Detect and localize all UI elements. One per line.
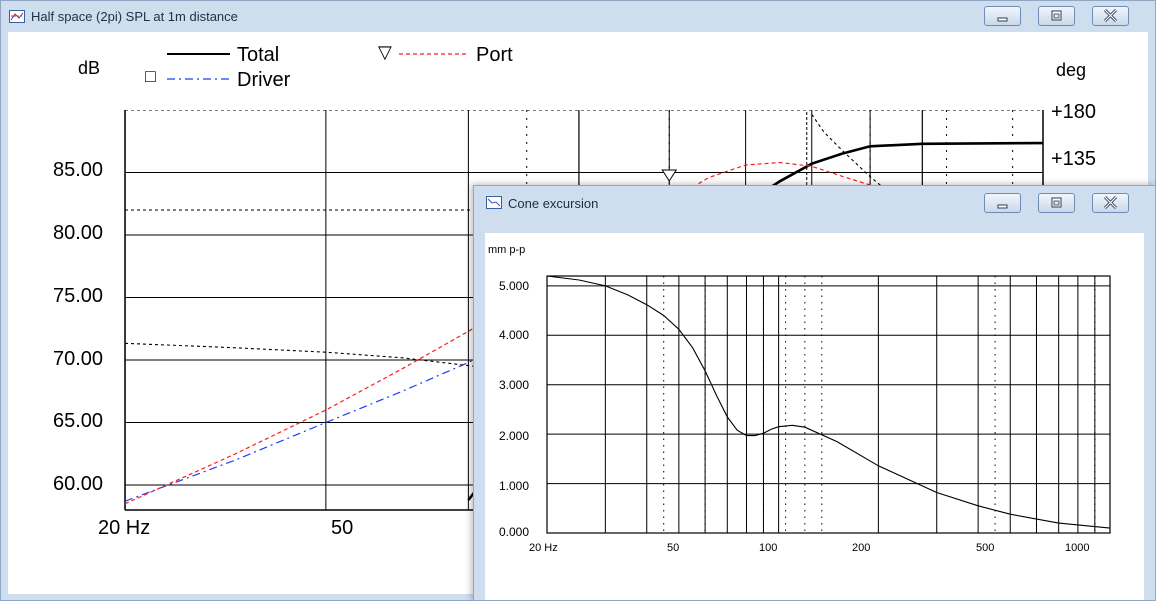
close-button[interactable]	[1092, 6, 1129, 26]
excursion-plot-area: mm p-p 5.000 4.000 3.000 2.000 1.000 0.0…	[485, 233, 1144, 600]
minimize-icon	[997, 204, 1008, 209]
spl-window-titlebar[interactable]: Half space (2pi) SPL at 1m distance	[1, 1, 1155, 31]
minimize-icon	[997, 17, 1008, 22]
chart-window-icon	[486, 196, 502, 209]
minimize-button[interactable]	[984, 6, 1021, 26]
excursion-close-button[interactable]	[1092, 193, 1129, 213]
spl-window-title: Half space (2pi) SPL at 1m distance	[31, 9, 238, 24]
excursion-window[interactable]: Cone excursion mm p-p 5.000 4.000 3.000 …	[473, 185, 1156, 601]
maximize-icon	[1051, 197, 1062, 208]
excursion-window-title: Cone excursion	[508, 196, 599, 211]
close-icon	[1103, 195, 1118, 210]
excursion-grid	[546, 276, 1111, 534]
port-marker-triangle	[661, 169, 678, 182]
close-icon	[1103, 8, 1118, 23]
excursion-chart	[546, 275, 1111, 534]
chart-window-icon	[9, 10, 25, 23]
excursion-series-line	[546, 275, 1111, 529]
maximize-button[interactable]	[1038, 6, 1075, 26]
excursion-window-titlebar[interactable]: Cone excursion	[474, 186, 1155, 216]
maximize-icon	[1051, 10, 1062, 21]
excursion-maximize-button[interactable]	[1038, 193, 1075, 213]
excursion-plot-frame	[546, 275, 1111, 534]
excursion-minimize-button[interactable]	[984, 193, 1021, 213]
